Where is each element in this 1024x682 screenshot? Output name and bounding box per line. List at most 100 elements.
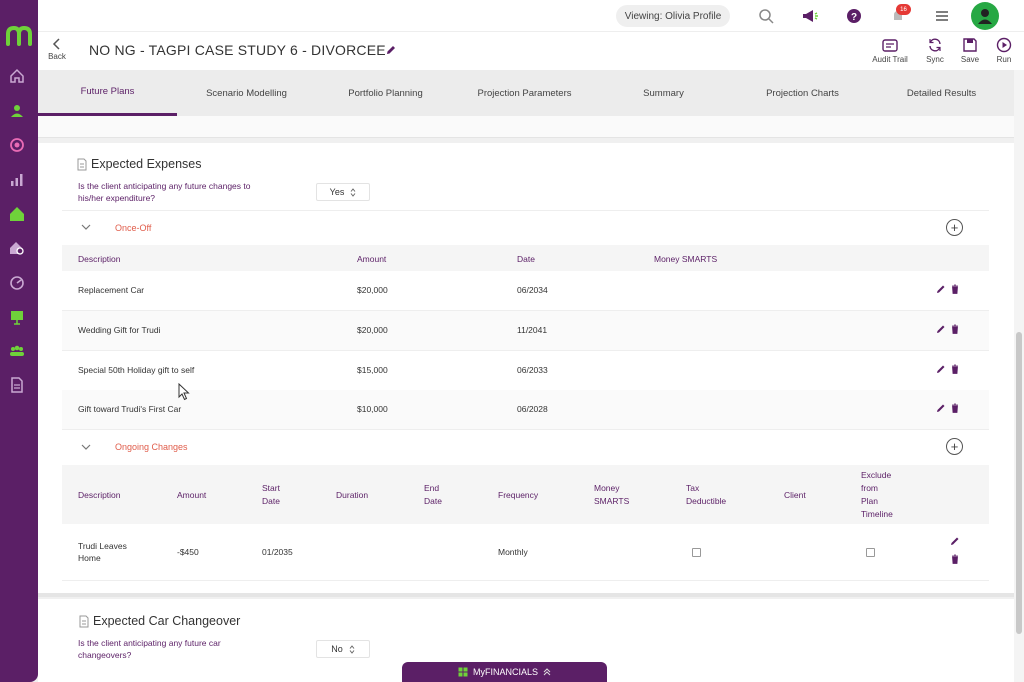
car-section-icon — [79, 615, 89, 628]
plus-icon: + — [950, 220, 959, 235]
tab-projection-parameters[interactable]: Projection Parameters — [455, 70, 594, 116]
delete-trash-icon[interactable] — [950, 403, 960, 413]
expenses-section-icon — [77, 158, 87, 171]
chevron-up-icon — [543, 668, 551, 676]
delete-trash-icon[interactable] — [950, 324, 960, 334]
scrollbar-thumb[interactable] — [1016, 332, 1022, 634]
chevron-down-icon[interactable] — [81, 444, 91, 451]
tab-projection-charts[interactable]: Projection Charts — [733, 70, 872, 116]
tax-deductible-checkbox[interactable] — [692, 548, 701, 557]
col-header-date: Date — [517, 254, 535, 264]
once-off-group-label[interactable]: Once-Off — [115, 223, 151, 233]
bar-chart-icon[interactable] — [7, 170, 27, 190]
property-home-icon[interactable] — [7, 204, 27, 224]
row-description: Replacement Car — [78, 285, 145, 295]
save-label: Save — [960, 55, 980, 64]
tab-future-plans[interactable]: Future Plans — [38, 70, 177, 116]
col-header-tax-deductible-2: Deductible — [686, 496, 727, 506]
expected-car-changeover-title: Expected Car Changeover — [93, 614, 241, 628]
home-icon[interactable] — [7, 66, 27, 86]
goals-target-icon[interactable] — [7, 135, 27, 155]
row-date: 11/2041 — [517, 325, 548, 335]
car-changeover-select[interactable]: No — [316, 640, 370, 658]
edit-pencil-icon[interactable] — [936, 403, 946, 413]
expenditure-question-line1: Is the client anticipating any future ch… — [78, 181, 251, 191]
row-description-1: Trudi Leaves — [78, 541, 127, 551]
presentation-icon[interactable] — [7, 307, 27, 327]
menu-icon[interactable] — [932, 6, 952, 26]
audit-trail-icon — [882, 39, 898, 52]
edit-title-pencil-icon[interactable] — [385, 44, 397, 56]
search-icon[interactable] — [756, 6, 776, 26]
run-icon — [996, 37, 1012, 53]
user-avatar-icon[interactable] — [971, 2, 999, 30]
page-title: NO NG - TAGPI CASE STUDY 6 - DIVORCEE — [89, 42, 386, 58]
run-button[interactable]: Run — [984, 37, 1024, 64]
chevron-left-icon — [52, 38, 60, 50]
col-header-description: Description — [78, 490, 121, 500]
row-date: 06/2028 — [517, 404, 548, 414]
edit-pencil-icon[interactable] — [950, 536, 960, 546]
myfinancials-label: MyFINANCIALS — [472, 667, 538, 677]
vertical-scrollbar[interactable] — [1014, 70, 1024, 682]
add-ongoing-change-button[interactable]: + — [946, 438, 963, 455]
ongoing-changes-group-label[interactable]: Ongoing Changes — [115, 442, 188, 452]
save-icon — [963, 38, 977, 52]
add-once-off-button[interactable]: + — [946, 219, 963, 236]
home-search-icon[interactable] — [7, 238, 27, 258]
col-header-end-date-1: End — [424, 483, 440, 493]
col-header-exclude-3: Plan — [861, 496, 879, 506]
myfinancials-drawer-button[interactable]: MyFINANCIALS — [402, 662, 607, 682]
tab-scenario-modelling[interactable]: Scenario Modelling — [177, 70, 316, 116]
expenditure-change-select[interactable]: Yes — [316, 183, 370, 201]
row-description-2: Home — [78, 553, 101, 563]
help-icon[interactable]: ? — [844, 6, 864, 26]
col-header-amount: Amount — [357, 254, 387, 264]
row-amount: $15,000 — [357, 365, 388, 375]
select-stepper-icon — [350, 187, 356, 197]
car-changeover-value: No — [331, 644, 343, 654]
svg-text:?: ? — [851, 12, 857, 23]
divider — [62, 210, 989, 211]
col-header-start-date-1: Start — [262, 483, 280, 493]
back-button[interactable]: Back — [46, 38, 68, 61]
tab-summary[interactable]: Summary — [594, 70, 733, 116]
sync-button[interactable]: Sync — [915, 37, 955, 64]
row-description: Special 50th Holiday gift to self — [78, 365, 195, 375]
gauge-icon[interactable] — [7, 273, 27, 293]
row-amount: -$450 — [177, 547, 199, 557]
tab-detailed-results[interactable]: Detailed Results — [872, 70, 1011, 116]
delete-trash-icon[interactable] — [950, 284, 960, 294]
document-icon[interactable] — [7, 375, 27, 395]
megaphone-icon[interactable] — [800, 6, 820, 26]
tab-portfolio-planning[interactable]: Portfolio Planning — [316, 70, 455, 116]
expected-expenses-title: Expected Expenses — [91, 157, 202, 171]
exclude-from-timeline-checkbox[interactable] — [866, 548, 875, 557]
viewing-profile-pill[interactable]: Viewing: Olivia Profile — [616, 5, 730, 27]
row-start-date: 01/2035 — [262, 547, 293, 557]
chevron-down-icon[interactable] — [81, 224, 91, 231]
team-icon[interactable] — [7, 341, 27, 361]
col-header-start-date-2: Date — [262, 496, 280, 506]
col-header-money-smarts-2: SMARTS — [594, 496, 630, 506]
client-icon[interactable] — [7, 101, 27, 121]
col-header-money-smarts-1: Money — [594, 483, 620, 493]
car-question-line1: Is the client anticipating any future ca… — [78, 638, 221, 648]
delete-trash-icon[interactable] — [950, 554, 960, 564]
app-logo-icon[interactable] — [4, 22, 34, 48]
back-label: Back — [48, 52, 66, 61]
col-header-client: Client — [784, 490, 806, 500]
col-header-end-date-2: Date — [424, 496, 442, 506]
audit-trail-button[interactable]: Audit Trail — [870, 37, 910, 64]
edit-pencil-icon[interactable] — [936, 284, 946, 294]
mouse-cursor-icon — [178, 383, 190, 401]
sidebar — [0, 0, 38, 682]
row-date: 06/2034 — [517, 285, 548, 295]
delete-trash-icon[interactable] — [950, 364, 960, 374]
expenditure-question-line2: his/her expenditure? — [78, 193, 156, 203]
edit-pencil-icon[interactable] — [936, 324, 946, 334]
edit-pencil-icon[interactable] — [936, 364, 946, 374]
row-description: Wedding Gift for Trudi — [78, 325, 161, 335]
select-stepper-icon — [349, 644, 355, 654]
col-header-tax-deductible-1: Tax — [686, 483, 700, 493]
